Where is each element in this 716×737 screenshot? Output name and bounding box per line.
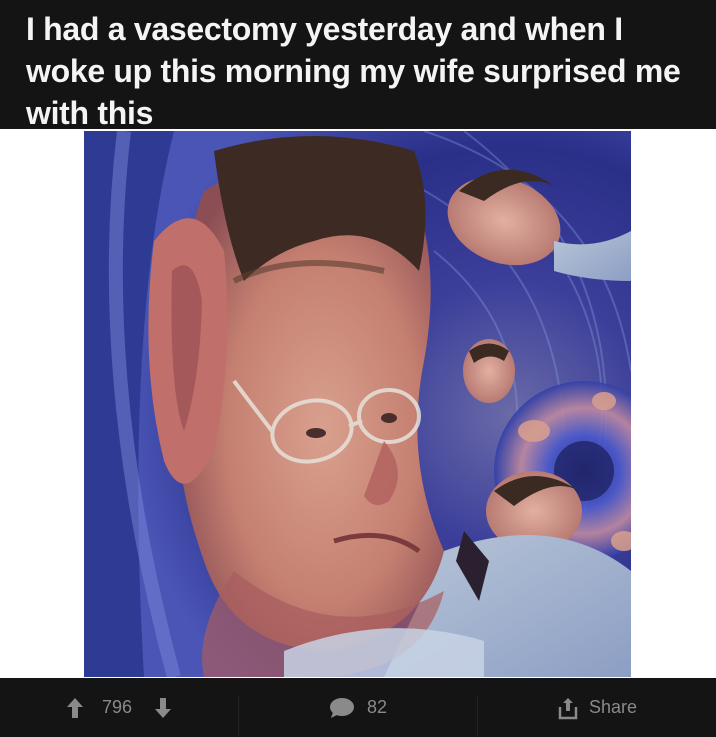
arrow-down-icon[interactable] — [154, 697, 172, 719]
share-icon — [557, 696, 579, 720]
post-header: I had a vasectomy yesterday and when I w… — [0, 0, 716, 131]
vote-controls: 796 — [0, 678, 238, 737]
comments-button[interactable]: 82 — [239, 678, 477, 737]
share-label: Share — [588, 697, 638, 717]
comment-count: 82 — [366, 697, 388, 717]
post-title: I had a vasectomy yesterday and when I w… — [26, 11, 681, 131]
arrow-up-icon[interactable] — [66, 697, 84, 719]
post-media — [0, 129, 716, 678]
share-button[interactable]: Share — [478, 678, 716, 737]
speech-bubble-icon — [329, 697, 355, 719]
post-action-bar: 796 82 Share — [0, 678, 716, 737]
vote-count: 796 — [101, 697, 133, 717]
post-image[interactable] — [84, 131, 631, 677]
